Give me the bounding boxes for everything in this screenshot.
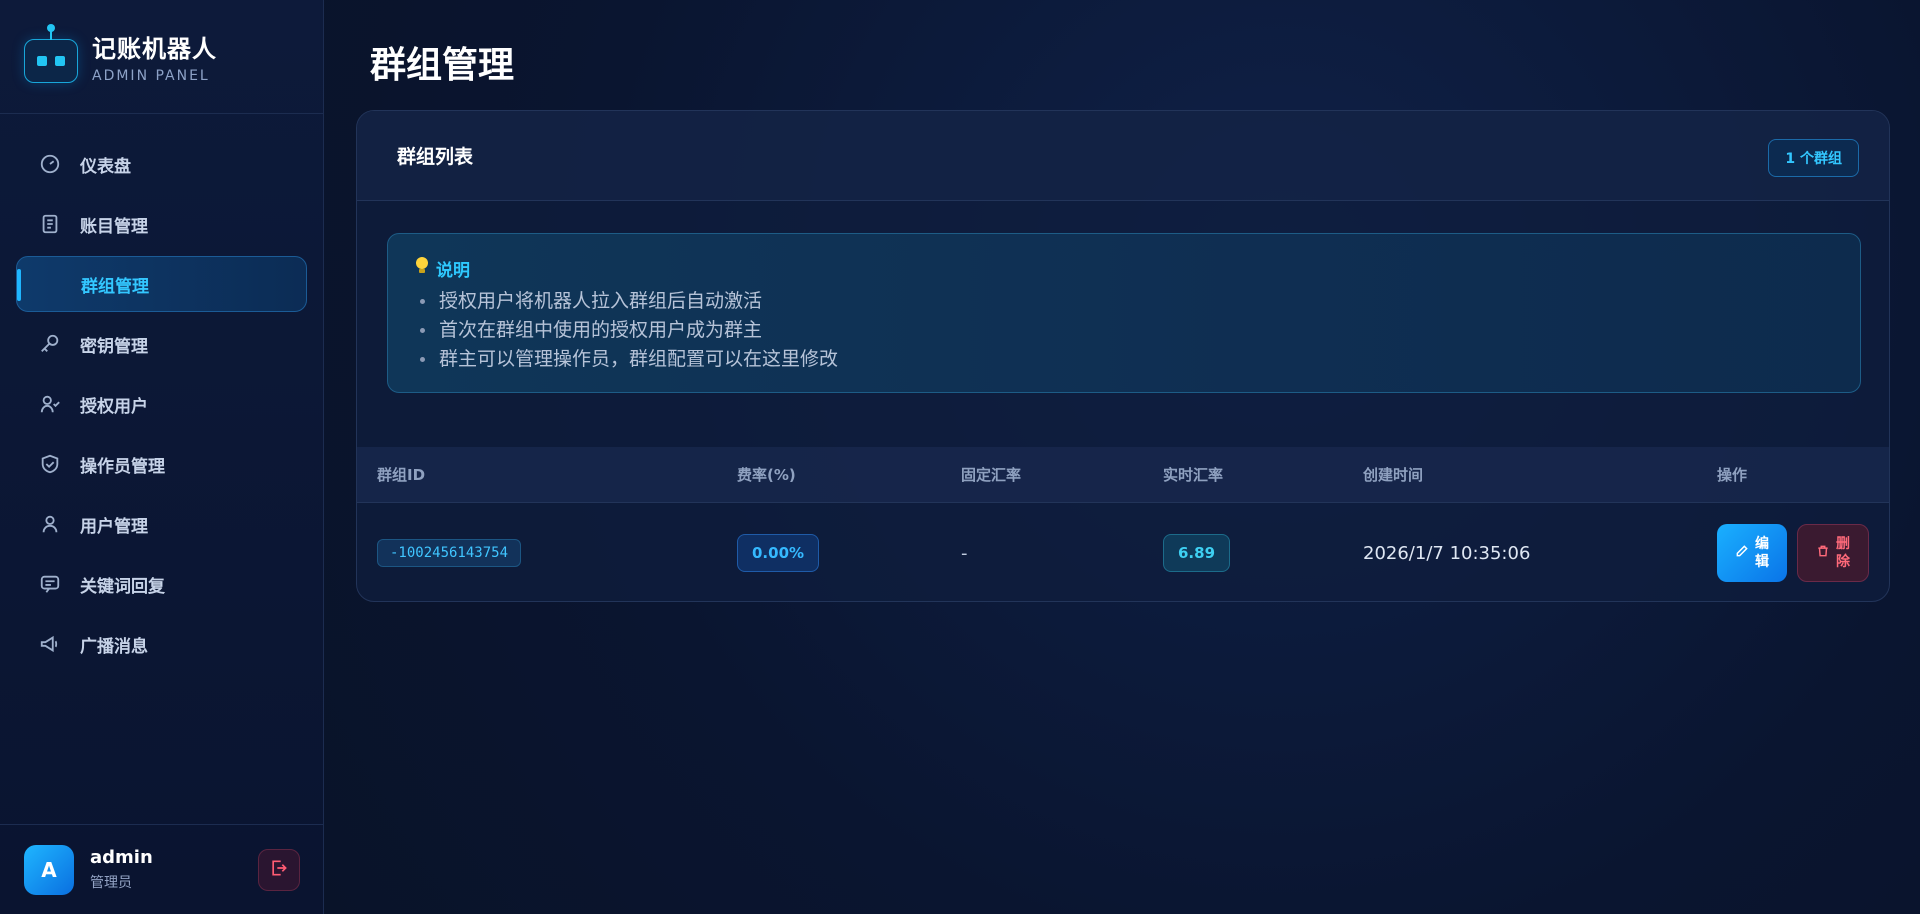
sidebar-item-label: 用户管理 (80, 516, 148, 537)
note-line-text: 群主可以管理操作员，群组配置可以在这里修改 (439, 348, 839, 370)
delete-label: 删 (1836, 536, 1850, 552)
column-header-fixed-rate: 固定汇率 (961, 466, 1022, 484)
robot-logo-icon (24, 23, 78, 83)
sidebar-item-label: 关键词回复 (80, 576, 165, 597)
sidebar-item-authorized-users[interactable]: 授权用户 (16, 376, 307, 432)
column-header-actions: 操作 (1717, 466, 1748, 484)
info-note: 说明 授权用户将机器人拉入群组后自动激活 首次在群组中使用的授权用户成为群主 群… (387, 233, 1861, 393)
sidebar-item-operators[interactable]: 操作员管理 (16, 436, 307, 492)
brand: 记账机器人 ADMIN PANEL (0, 0, 323, 114)
group-id-tag: -1002456143754 (377, 539, 522, 567)
sidebar-nav: 仪表盘 账目管理 群组管理 密钥管理 授权用户 操作员管理 用户管理 关键词回复… (0, 114, 323, 672)
message-icon (38, 572, 62, 596)
row-actions: 编 辑 删 除 (1717, 524, 1869, 582)
brand-title: 记账机器人 (92, 35, 217, 63)
user-icon (38, 512, 62, 536)
note-line-text: 授权用户将机器人拉入群组后自动激活 (439, 290, 763, 312)
column-header-group-id: 群组ID (377, 466, 426, 484)
sidebar-item-dashboard[interactable]: 仪表盘 (16, 136, 307, 192)
note-title-text: 说明 (436, 261, 470, 281)
sidebar-item-broadcast[interactable]: 广播消息 (16, 616, 307, 672)
receipt-icon (38, 212, 62, 236)
page-title: 群组管理 (370, 45, 515, 86)
avatar: A (24, 844, 74, 895)
table-header: 群组ID 费率(%) 固定汇率 实时汇率 创建时间 操作 (357, 447, 1889, 503)
card-title: 群组列表 (397, 146, 474, 168)
fixed-rate-value: - (961, 542, 968, 564)
delete-button[interactable]: 删 除 (1797, 524, 1869, 582)
sidebar-item-label: 密钥管理 (80, 336, 148, 357)
edit-icon (1735, 544, 1749, 562)
edit-label: 编 (1755, 536, 1769, 552)
fee-rate-pill: 0.00% (737, 534, 820, 572)
group-count-badge: 1 个群组 (1768, 139, 1859, 177)
sidebar-item-keyword-reply[interactable]: 关键词回复 (16, 556, 307, 612)
gauge-icon (38, 152, 62, 176)
edit-label: 辑 (1755, 554, 1769, 570)
column-header-fee-rate: 费率(%) (737, 466, 796, 484)
sidebar-item-label: 操作员管理 (80, 456, 165, 477)
user-role: 管理员 (90, 875, 132, 891)
sidebar-item-label: 账目管理 (80, 216, 148, 237)
trash-icon (1816, 544, 1830, 562)
card-header: 群组列表 1 个群组 (357, 111, 1889, 201)
sidebar-item-keys[interactable]: 密钥管理 (16, 316, 307, 372)
user-name: admin (90, 847, 153, 868)
column-header-live-rate: 实时汇率 (1163, 466, 1224, 484)
sidebar-item-label: 仪表盘 (80, 156, 131, 177)
live-rate-pill: 6.89 (1163, 534, 1231, 572)
user-check-icon (38, 392, 62, 416)
sidebar-item-accounts[interactable]: 账目管理 (16, 196, 307, 252)
note-line: 授权用户将机器人拉入群组后自动激活 (414, 287, 1834, 316)
key-icon (38, 332, 62, 356)
logout-icon (269, 858, 289, 882)
note-line: 群主可以管理操作员，群组配置可以在这里修改 (414, 345, 1834, 374)
shield-check-icon (38, 452, 62, 476)
logout-button[interactable] (258, 849, 300, 891)
column-header-created-at: 创建时间 (1363, 466, 1424, 484)
main-content: 群组管理 群组列表 1 个群组 说明 授权用户将机器人拉入群组后自动激活 首次在… (324, 0, 1920, 914)
megaphone-icon (38, 632, 62, 656)
created-at-value: 2026/1/7 10:35:06 (1363, 542, 1531, 564)
sidebar-item-users[interactable]: 用户管理 (16, 496, 307, 552)
app-root: 记账机器人 ADMIN PANEL 仪表盘 账目管理 群组管理 密钥管理 授权用… (0, 0, 1920, 914)
note-title: 说明 (414, 256, 1834, 281)
sidebar-item-label: 广播消息 (80, 636, 148, 657)
user-box: A admin 管理员 (0, 824, 324, 914)
note-line-text: 首次在群组中使用的授权用户成为群主 (439, 319, 763, 341)
sidebar-item-groups[interactable]: 群组管理 (16, 256, 307, 312)
lightbulb-icon (414, 256, 430, 281)
edit-button[interactable]: 编 辑 (1717, 524, 1787, 582)
table-row: -1002456143754 0.00% - 6.89 2026/1/7 10:… (357, 503, 1889, 601)
group-list-card: 群组列表 1 个群组 说明 授权用户将机器人拉入群组后自动激活 首次在群组中使用… (356, 110, 1890, 602)
sidebar: 记账机器人 ADMIN PANEL 仪表盘 账目管理 群组管理 密钥管理 授权用… (0, 0, 324, 914)
note-line: 首次在群组中使用的授权用户成为群主 (414, 316, 1834, 345)
sidebar-item-label: 群组管理 (81, 276, 149, 297)
delete-label: 除 (1836, 554, 1850, 570)
sidebar-item-label: 授权用户 (80, 396, 148, 417)
groups-table: 群组ID 费率(%) 固定汇率 实时汇率 创建时间 操作 -1002456143… (357, 447, 1889, 601)
brand-subtitle: ADMIN PANEL (92, 68, 210, 84)
